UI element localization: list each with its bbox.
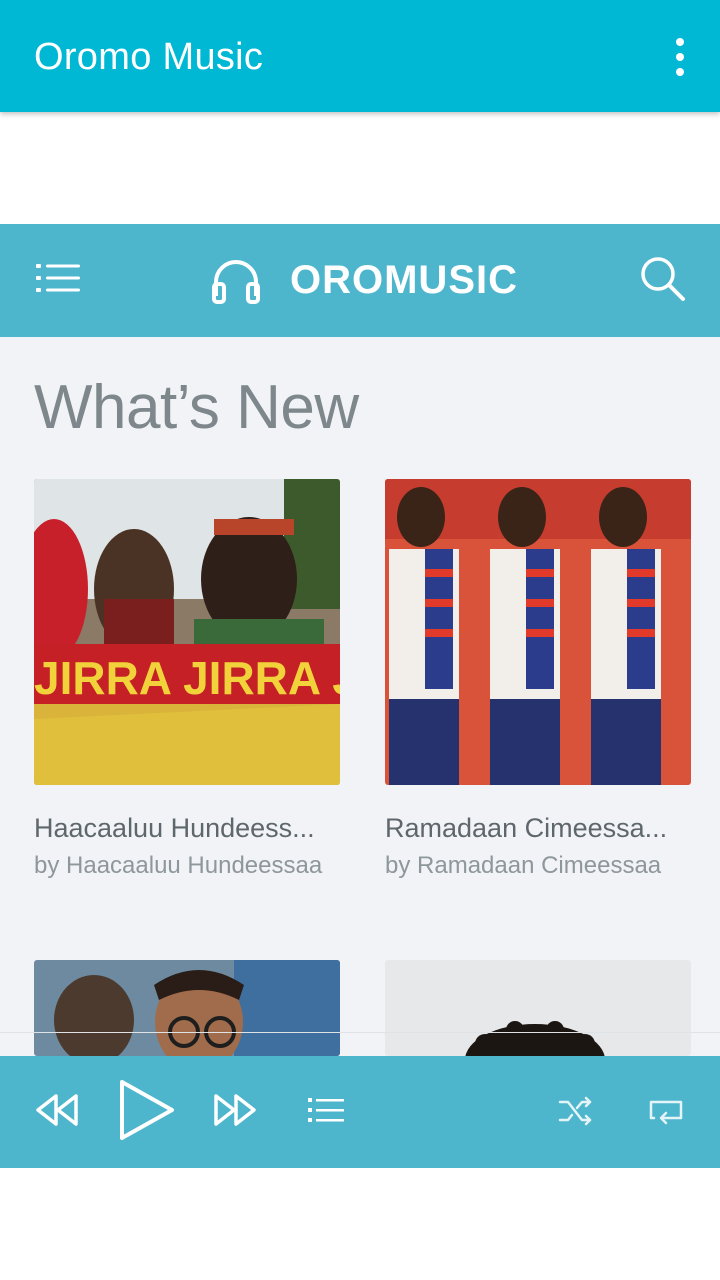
fast-forward-icon[interactable] (212, 1092, 258, 1128)
app-bar: Oromo Music (0, 0, 720, 112)
album-card[interactable] (34, 960, 340, 1056)
album-cover[interactable]: JIRRA JIRRA J (34, 479, 340, 785)
web-content: OROMUSIC What’s New JIRRA JIRRA J Haacaa… (0, 224, 720, 1168)
album-cover[interactable] (385, 479, 691, 785)
player-bar (0, 1056, 720, 1168)
album-art-text: JIRRA JIRRA J (34, 652, 340, 704)
list-menu-icon[interactable] (36, 262, 80, 294)
playlist-icon[interactable] (308, 1097, 344, 1123)
album-title[interactable]: Haacaaluu Hundeess... (34, 813, 340, 844)
divider (0, 1032, 720, 1033)
search-icon[interactable] (638, 254, 686, 302)
album-artist[interactable]: by Ramadaan Cimeessaa (385, 852, 691, 880)
play-icon[interactable] (118, 1078, 176, 1142)
album-title[interactable]: Ramadaan Cimeessa... (385, 813, 691, 844)
album-card[interactable]: JIRRA JIRRA J Haacaaluu Hundeess... by H… (34, 479, 340, 880)
album-artist[interactable]: by Haacaaluu Hundeessaa (34, 852, 340, 880)
rewind-icon[interactable] (34, 1092, 80, 1128)
headphones-icon (212, 260, 260, 304)
shuffle-icon[interactable] (558, 1096, 594, 1126)
section-title: What’s New (34, 373, 359, 442)
album-card[interactable] (385, 960, 691, 1056)
album-cover[interactable] (34, 960, 340, 1056)
overflow-menu-icon[interactable] (670, 38, 690, 76)
site-header: OROMUSIC (0, 224, 720, 337)
brand-name: OROMUSIC (290, 257, 518, 302)
app-title: Oromo Music (34, 36, 264, 78)
album-card[interactable]: Ramadaan Cimeessa... by Ramadaan Cimeess… (385, 479, 691, 880)
brand-logo[interactable]: OROMUSIC (210, 252, 518, 308)
repeat-icon[interactable] (648, 1096, 684, 1126)
album-cover[interactable] (385, 960, 691, 1056)
